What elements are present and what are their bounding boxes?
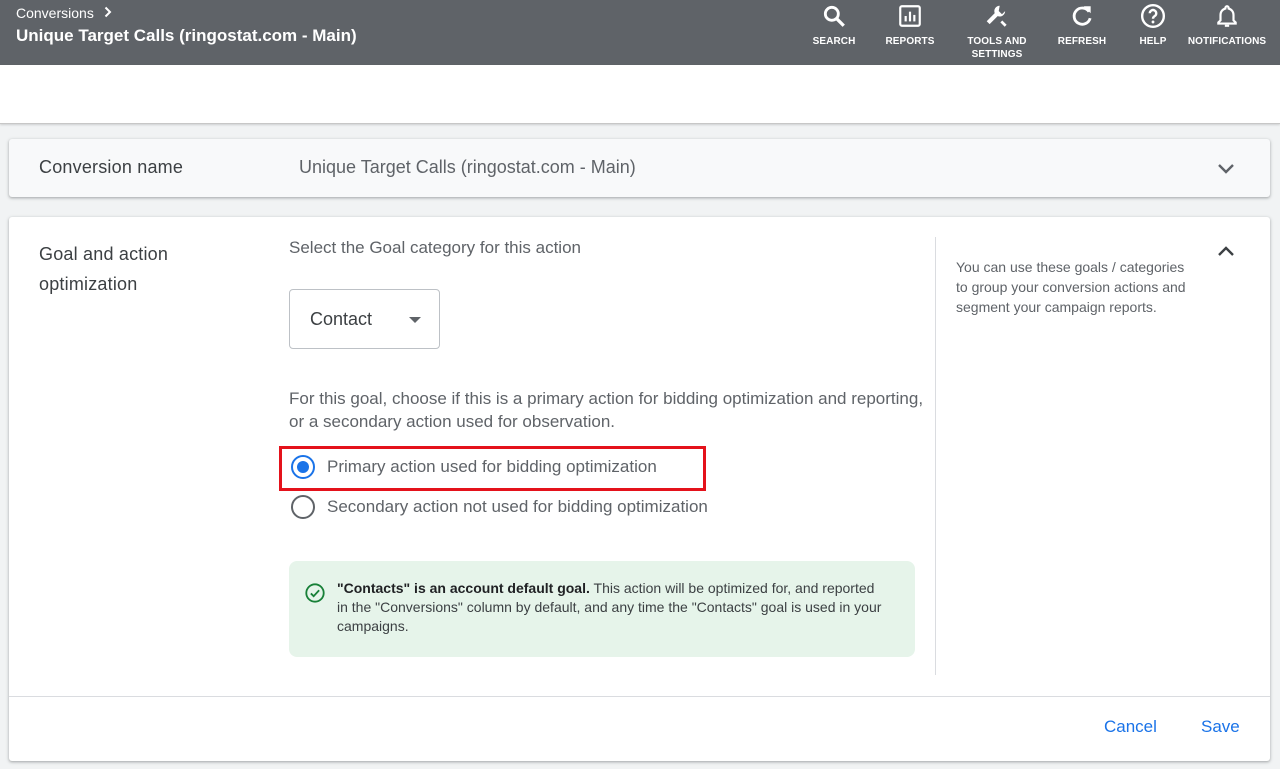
conversion-name-label: Conversion name	[39, 157, 184, 177]
check-circle-icon	[304, 582, 326, 604]
refresh-label: REFRESH	[1057, 36, 1107, 47]
help-label: HELP	[1139, 36, 1167, 47]
help-icon	[1140, 3, 1166, 29]
notice-bold-text: "Contacts" is an account default goal.	[337, 580, 590, 596]
save-button[interactable]: Save	[1201, 717, 1240, 737]
vertical-divider	[935, 237, 936, 675]
search-button[interactable]: SEARCH	[812, 3, 856, 48]
breadcrumb[interactable]: Conversions	[16, 5, 114, 21]
chevron-up-icon	[1218, 246, 1234, 256]
expand-button[interactable]	[1214, 156, 1238, 180]
collapse-button[interactable]	[1214, 240, 1238, 264]
reports-icon	[899, 5, 921, 27]
notifications-button[interactable]: NOTIFICATIONS	[1186, 3, 1268, 48]
conversion-name-card[interactable]: Conversion name Unique Target Calls (rin…	[9, 139, 1270, 197]
conversion-name-value: Unique Target Calls (ringostat.com - Mai…	[299, 157, 636, 177]
secondary-action-radio[interactable]	[291, 495, 315, 519]
secondary-action-option[interactable]: Secondary action not used for bidding op…	[291, 495, 708, 519]
goal-category-value: Contact	[310, 308, 373, 329]
page-title: Unique Target Calls (ringostat.com - Mai…	[16, 26, 357, 45]
bell-icon	[1217, 5, 1237, 27]
reports-label: REPORTS	[885, 36, 935, 47]
refresh-icon	[1072, 6, 1092, 26]
help-text: You can use these goals / categories to …	[956, 259, 1186, 315]
wrench-icon	[986, 5, 1007, 27]
search-icon	[823, 5, 845, 27]
default-goal-notice: "Contacts" is an account default goal. T…	[289, 561, 915, 657]
secondary-action-label: Secondary action not used for bidding op…	[327, 497, 708, 516]
refresh-button[interactable]: REFRESH	[1056, 3, 1108, 48]
goal-category-select[interactable]: Contact	[289, 289, 440, 349]
goal-section-label: Goal and action optimization	[39, 244, 169, 294]
top-app-bar: Conversions Unique Target Calls (ringost…	[0, 0, 1280, 65]
cancel-button[interactable]: Cancel	[1104, 717, 1157, 737]
primary-action-option[interactable]: Primary action used for bidding optimiza…	[291, 455, 657, 479]
goal-category-heading: Select the Goal category for this action	[289, 238, 581, 257]
primary-action-label: Primary action used for bidding optimiza…	[327, 457, 657, 476]
search-label: SEARCH	[812, 36, 856, 47]
dropdown-arrow-icon	[409, 317, 421, 323]
help-button[interactable]: HELP	[1134, 3, 1172, 48]
tools-label: TOOLS AND SETTINGS	[967, 36, 1027, 60]
tools-and-settings-button[interactable]: TOOLS AND SETTINGS	[962, 3, 1032, 61]
reports-button[interactable]: REPORTS	[884, 3, 936, 48]
chevron-down-icon	[1218, 164, 1234, 174]
subheader-bar	[0, 65, 1280, 124]
breadcrumb-conversions[interactable]: Conversions	[16, 5, 94, 21]
notifications-label: NOTIFICATIONS	[1187, 36, 1267, 47]
chevron-right-icon	[102, 5, 114, 21]
primary-action-radio[interactable]	[291, 455, 315, 479]
horizontal-divider	[9, 696, 1270, 697]
goal-description: For this goal, choose if this is a prima…	[289, 389, 924, 431]
goal-optimization-card: Goal and action optimization Select the …	[9, 217, 1270, 761]
